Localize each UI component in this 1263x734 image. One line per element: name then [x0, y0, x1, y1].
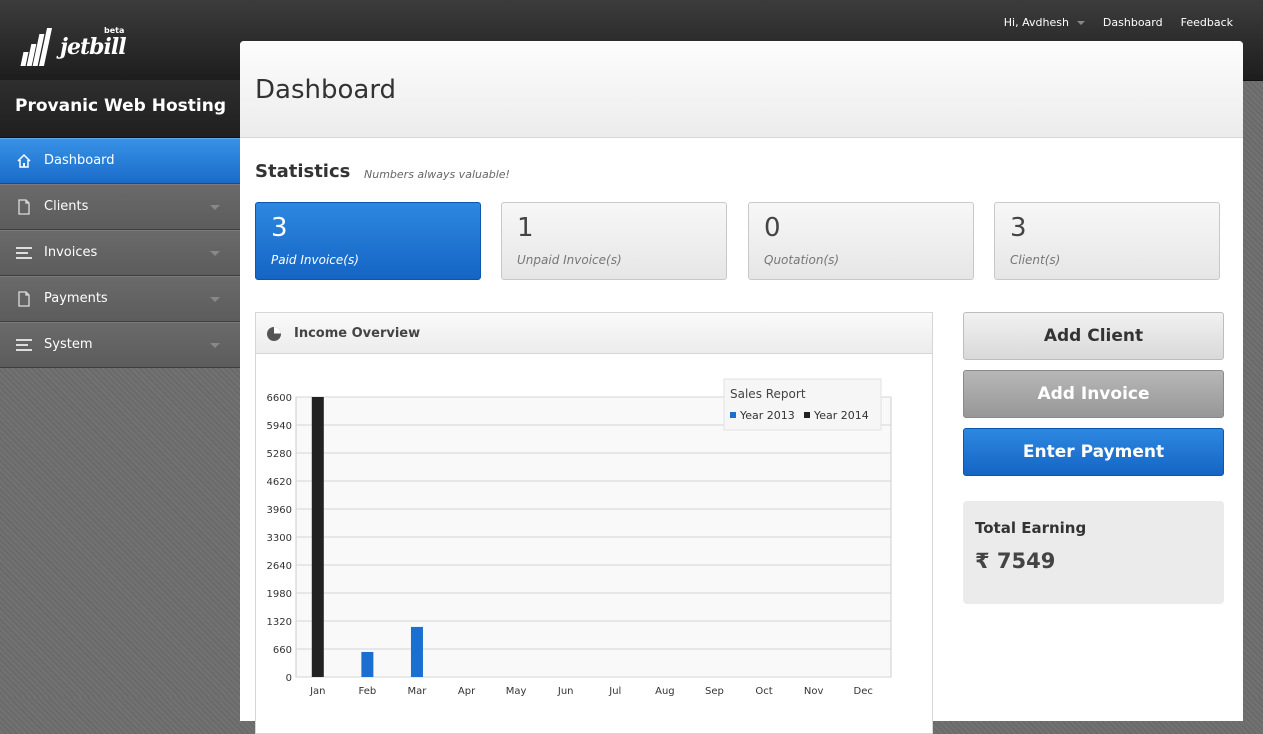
y-tick-label: 3300 [267, 533, 292, 544]
sidebar-item-dashboard[interactable]: Dashboard [0, 138, 240, 184]
stat-paid-invoices[interactable]: 3 Paid Invoice(s) [255, 202, 481, 280]
x-tick-label: Jul [608, 686, 621, 697]
beta-badge: beta [104, 26, 125, 35]
x-tick-label: Apr [458, 686, 476, 697]
x-tick-label: Feb [359, 686, 377, 697]
panel-header: Income Overview [256, 313, 932, 354]
y-tick-label: 1320 [267, 617, 292, 628]
chevron-down-icon [210, 343, 220, 348]
user-menu[interactable]: Hi, Avdhesh [1004, 16, 1085, 29]
stat-label: Paid Invoice(s) [271, 253, 359, 267]
stat-label: Unpaid Invoice(s) [517, 253, 622, 267]
y-tick-label: 1980 [267, 589, 292, 600]
jetbill-logo[interactable]: jetbill beta [20, 20, 132, 70]
sidebar: Provanic Web Hosting Dashboard Clients I… [0, 80, 240, 697]
add-invoice-button[interactable]: Add Invoice [963, 370, 1224, 418]
y-tick-label: 4620 [267, 477, 292, 488]
list-icon [16, 247, 32, 259]
sidebar-item-clients[interactable]: Clients [0, 184, 240, 230]
x-tick-label: Aug [655, 686, 675, 697]
x-tick-label: Nov [804, 686, 824, 697]
x-tick-label: Mar [408, 686, 428, 697]
y-tick-label: 5280 [267, 449, 292, 460]
sidebar-item-invoices[interactable]: Invoices [0, 230, 240, 276]
x-tick-label: Jan [309, 686, 325, 697]
stat-value: 3 [1010, 213, 1027, 243]
sidebar-item-label: Dashboard [44, 153, 115, 168]
chevron-down-icon [1076, 21, 1085, 25]
y-tick-label: 3960 [267, 505, 292, 516]
x-tick-label: May [506, 686, 527, 697]
income-bar-chart: 0 660 1320 1980 2640 3300 3960 4620 5280 5940 6600… [267, 378, 892, 697]
sidebar-item-payments[interactable]: Payments [0, 276, 240, 322]
user-greeting: Hi, Avdhesh [1003, 16, 1069, 29]
chevron-down-icon [210, 297, 220, 302]
page-header: Dashboard [240, 41, 1243, 138]
y-tick-label: 0 [286, 673, 292, 684]
document-icon [18, 291, 30, 307]
stat-clients[interactable]: 3 Client(s) [994, 202, 1220, 280]
list-icon [16, 339, 32, 351]
y-tick-label: 660 [273, 645, 292, 656]
bar-year-2014 [311, 397, 324, 677]
page-title: Dashboard [255, 75, 397, 105]
stat-label: Quotation(s) [764, 253, 840, 267]
enter-payment-button[interactable]: Enter Payment [963, 428, 1224, 476]
total-earning-value: ₹ 7549 [975, 549, 1056, 573]
stat-quotations[interactable]: 0 Quotation(s) [748, 202, 974, 280]
total-earning-title: Total Earning [975, 519, 1087, 537]
pie-chart-icon [267, 327, 281, 341]
stat-unpaid-invoices[interactable]: 1 Unpaid Invoice(s) [501, 202, 727, 280]
total-earning-card: Total Earning ₹ 7549 [963, 501, 1224, 604]
bar-year-2013 [361, 651, 374, 677]
sidebar-item-label: Payments [44, 291, 108, 306]
x-tick-label: Jun [557, 686, 574, 697]
company-name: Provanic Web Hosting [0, 80, 240, 138]
x-tick-label: Dec [854, 686, 873, 697]
y-tick-label: 6600 [267, 393, 292, 404]
chevron-down-icon [210, 205, 220, 210]
stat-value: 3 [271, 213, 288, 243]
x-tick-label: Sep [705, 686, 724, 697]
panel-title: Income Overview [294, 326, 421, 341]
bar-year-2013 [410, 626, 423, 677]
income-overview-panel: Income Overview 0 660 1320 1980 2640 3300 3960… [255, 312, 933, 734]
document-icon [18, 199, 30, 215]
top-nav-feedback-link[interactable]: Feedback [1181, 16, 1233, 29]
statistics-subtitle: Numbers always valuable! [364, 168, 510, 181]
add-client-button[interactable]: Add Client [963, 312, 1224, 360]
logo-wordmark: jetbill [60, 34, 127, 60]
stat-label: Client(s) [1010, 253, 1061, 267]
legend-label: Year 2013 [739, 409, 795, 422]
stat-value: 1 [517, 213, 534, 243]
main-content: Dashboard Statistics Numbers always valu… [240, 41, 1243, 734]
legend-label: Year 2014 [813, 409, 869, 422]
sidebar-item-system[interactable]: System [0, 322, 240, 368]
chevron-down-icon [210, 251, 220, 256]
legend-swatch [730, 412, 736, 418]
x-tick-label: Oct [755, 686, 772, 697]
statistics-title: Statistics [255, 161, 351, 182]
sidebar-item-label: Clients [44, 199, 89, 214]
home-icon [17, 153, 31, 168]
top-nav: Hi, Avdhesh Dashboard Feedback [986, 16, 1233, 29]
y-tick-label: 2640 [267, 561, 292, 572]
sidebar-item-label: Invoices [44, 245, 98, 260]
legend-title: Sales Report [730, 387, 806, 401]
stat-value: 0 [764, 213, 781, 243]
top-nav-dashboard-link[interactable]: Dashboard [1103, 16, 1163, 29]
sidebar-item-label: System [44, 337, 93, 352]
legend-swatch [804, 412, 810, 418]
y-tick-label: 5940 [267, 421, 292, 432]
